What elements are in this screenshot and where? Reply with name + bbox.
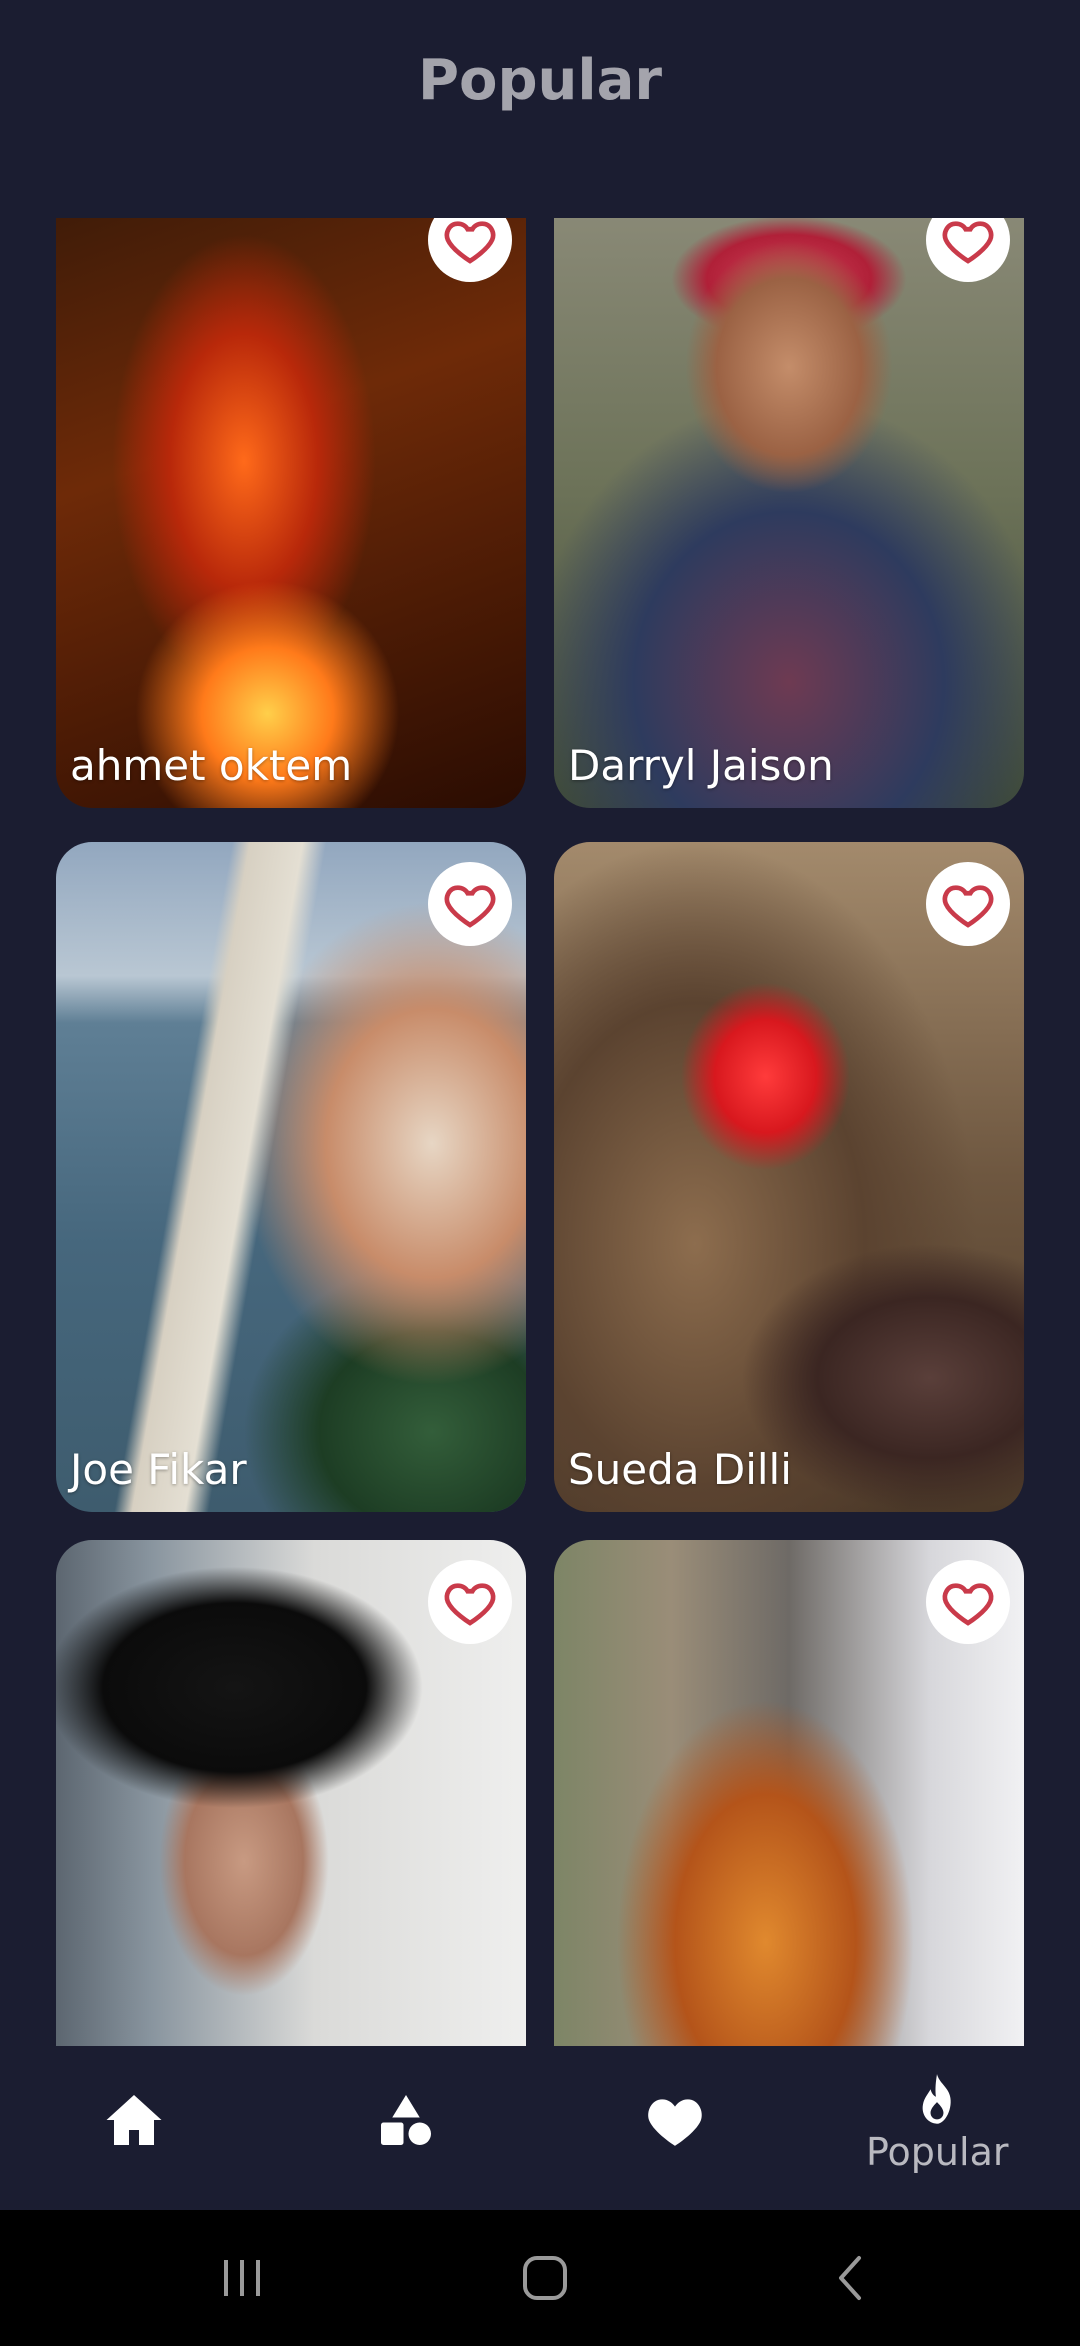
favorite-button[interactable] [428, 1560, 512, 1644]
home-button-icon [523, 2256, 567, 2300]
heart-outline-icon [444, 221, 496, 264]
recent-apps-button[interactable] [200, 2210, 284, 2346]
heart-outline-icon [444, 1583, 496, 1626]
app-screen: Popular ahmet oktem Darryl Jaison Joe Fi… [0, 0, 1080, 2346]
home-system-button[interactable] [500, 2210, 590, 2346]
heart-outline-icon [942, 885, 994, 928]
card-photo [56, 218, 526, 808]
home-icon [106, 2095, 162, 2145]
card-author-name: Darryl Jaison [568, 741, 834, 790]
nav-home[interactable] [104, 2092, 164, 2148]
photo-card[interactable] [554, 1540, 1024, 2046]
photo-card[interactable]: Darryl Jaison [554, 218, 1024, 808]
favorite-button[interactable] [926, 862, 1010, 946]
heart-outline-icon [942, 1583, 994, 1626]
nav-favorites[interactable] [644, 2090, 706, 2150]
nav-popular-label: Popular [866, 2130, 1009, 2174]
flame-icon [922, 2074, 951, 2124]
photo-card[interactable]: ahmet oktem [56, 218, 526, 808]
categories-icon [381, 2095, 431, 2145]
heart-outline-icon [444, 885, 496, 928]
favorite-button[interactable] [926, 1560, 1010, 1644]
recent-apps-icon [224, 2260, 260, 2296]
page-title: Popular [417, 48, 663, 113]
photo-card[interactable]: Joe Fikar [56, 842, 526, 1512]
heart-icon [648, 2099, 702, 2146]
back-system-button[interactable] [810, 2210, 890, 2346]
bottom-navigation: Popular [0, 2046, 1080, 2210]
nav-categories[interactable] [376, 2090, 436, 2150]
photo-grid[interactable]: ahmet oktem Darryl Jaison Joe Fikar Sued… [0, 218, 1080, 2046]
photo-card[interactable]: Sueda Dilli [554, 842, 1024, 1512]
heart-outline-icon [942, 221, 994, 264]
system-navigation-bar [0, 2210, 1080, 2346]
photo-card[interactable] [56, 1540, 526, 2046]
card-photo [554, 218, 1024, 808]
favorite-button[interactable] [428, 862, 512, 946]
nav-popular[interactable]: Popular [866, 2072, 1008, 2174]
card-author-name: Joe Fikar [70, 1445, 247, 1494]
card-author-name: ahmet oktem [70, 741, 353, 790]
card-author-name: Sueda Dilli [568, 1445, 792, 1494]
back-icon [839, 2256, 861, 2300]
